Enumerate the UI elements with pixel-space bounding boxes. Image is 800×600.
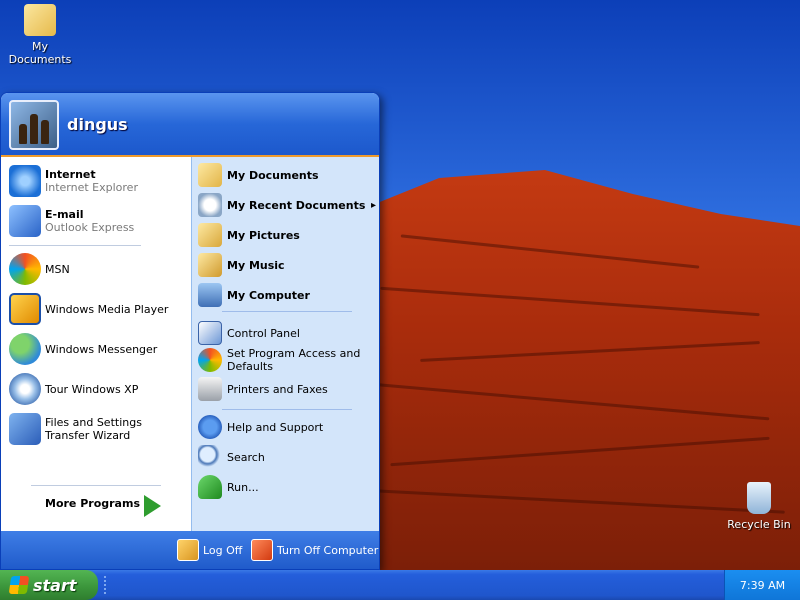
right-item-my-pictures[interactable]: My Pictures <box>198 223 300 247</box>
key-icon <box>177 539 199 561</box>
windows-logo-icon <box>8 576 30 594</box>
separator <box>222 409 352 410</box>
item-label: Windows Messenger <box>45 342 158 356</box>
run-icon <box>198 475 222 499</box>
submenu-arrow-icon: ▸ <box>370 199 376 211</box>
music-folder-icon <box>198 253 222 277</box>
right-item-my-music[interactable]: My Music <box>198 253 285 277</box>
tour-xp-icon <box>9 373 41 405</box>
media-player-icon <box>9 293 41 325</box>
search-icon <box>198 445 222 469</box>
taskbar: start 7:39 AM <box>0 570 800 600</box>
user-name: dingus <box>67 115 128 134</box>
recycle-bin-icon <box>747 482 771 514</box>
folder-icon <box>24 4 56 36</box>
program-access-icon <box>198 348 222 372</box>
right-item-help[interactable]: Help and Support <box>198 415 323 439</box>
msn-butterfly-icon <box>9 253 41 285</box>
item-subtitle: Outlook Express <box>45 221 135 234</box>
right-item-run[interactable]: Run... <box>198 475 259 499</box>
item-label: Tour Windows XP <box>45 382 139 396</box>
item-label: My Pictures <box>227 228 300 242</box>
outlook-express-icon <box>9 205 41 237</box>
more-programs-button[interactable]: More Programs <box>45 497 140 510</box>
start-button[interactable]: start <box>0 570 98 600</box>
recent-item-messenger[interactable]: Windows Messenger <box>9 333 157 365</box>
recent-item-msn[interactable]: MSN <box>9 253 70 285</box>
item-label: MSN <box>45 262 70 276</box>
right-item-my-computer[interactable]: My Computer <box>198 283 310 307</box>
chess-piece <box>19 124 27 144</box>
desktop-icon-label: My Documents <box>8 40 72 66</box>
start-menu-footer: Log Off Turn Off Computer <box>1 531 379 569</box>
messenger-icon <box>9 333 41 365</box>
transfer-wizard-icon <box>9 413 41 445</box>
start-menu-left-pane: Internet Internet Explorer E-mail Outlook … <box>1 157 191 531</box>
separator <box>9 245 141 246</box>
recent-docs-icon <box>198 193 222 217</box>
power-icon <box>251 539 273 561</box>
right-item-control-panel[interactable]: Control Panel <box>198 321 300 345</box>
right-item-program-access[interactable]: Set Program Access and Defaults <box>198 347 376 373</box>
item-label: Printers and Faxes <box>227 382 328 396</box>
arrow-right-icon[interactable] <box>144 495 161 517</box>
separator <box>222 311 352 312</box>
item-label: Windows Media Player <box>45 302 169 316</box>
right-item-printers[interactable]: Printers and Faxes <box>198 377 328 401</box>
item-subtitle: Internet Explorer <box>45 181 138 194</box>
system-tray: 7:39 AM <box>724 570 800 600</box>
log-off-label: Log Off <box>203 543 243 557</box>
user-avatar[interactable] <box>9 100 59 150</box>
folder-icon <box>198 163 222 187</box>
item-label: Set Program Access and Defaults <box>227 347 361 373</box>
recent-item-tour[interactable]: Tour Windows XP <box>9 373 138 405</box>
pictures-folder-icon <box>198 223 222 247</box>
item-label: My Computer <box>227 288 310 302</box>
chess-piece <box>41 120 49 144</box>
help-icon <box>198 415 222 439</box>
recent-item-media-player[interactable]: Windows Media Player <box>9 293 168 325</box>
turn-off-label: Turn Off Computer <box>277 543 379 557</box>
item-label: Help and Support <box>227 420 324 434</box>
pinned-item-internet[interactable]: Internet Internet Explorer <box>9 165 138 197</box>
control-panel-icon <box>198 321 222 345</box>
right-item-recent-documents[interactable]: My Recent Documents ▸ <box>198 193 376 217</box>
desktop-icon-recycle-bin[interactable]: Recycle Bin <box>719 482 799 531</box>
recent-item-transfer-wizard[interactable]: Files and Settings Transfer Wizard <box>9 413 185 445</box>
desktop-icon-my-documents[interactable]: My Documents <box>0 4 80 66</box>
separator <box>31 485 161 486</box>
item-label: Run... <box>227 480 259 494</box>
printer-icon <box>198 377 222 401</box>
item-label: Search <box>227 450 265 464</box>
item-label: Files and Settings Transfer Wizard <box>45 416 142 442</box>
item-title: Internet <box>45 168 96 181</box>
item-label: Control Panel <box>227 326 300 340</box>
pinned-item-email[interactable]: E-mail Outlook Express <box>9 205 134 237</box>
start-menu-right-pane: My Documents My Recent Documents ▸ My Pi… <box>191 157 379 531</box>
internet-explorer-icon <box>9 165 41 197</box>
start-menu: dingus Internet Internet Explorer E-mail O… <box>0 92 380 570</box>
item-label: My Recent Documents <box>227 198 366 212</box>
computer-icon <box>198 283 222 307</box>
log-off-button[interactable]: Log Off <box>177 539 242 561</box>
desktop-icon-label: Recycle Bin <box>727 518 791 531</box>
item-title: E-mail <box>45 208 84 221</box>
clock[interactable]: 7:39 AM <box>740 579 785 592</box>
turn-off-button[interactable]: Turn Off Computer <box>251 539 378 561</box>
right-item-search[interactable]: Search <box>198 445 265 469</box>
item-label: My Documents <box>227 168 319 182</box>
taskbar-grip[interactable] <box>104 576 108 594</box>
item-label: My Music <box>227 258 285 272</box>
right-item-my-documents[interactable]: My Documents <box>198 163 319 187</box>
chess-piece <box>30 114 38 144</box>
start-menu-header: dingus <box>1 93 379 157</box>
start-label: start <box>33 575 77 595</box>
